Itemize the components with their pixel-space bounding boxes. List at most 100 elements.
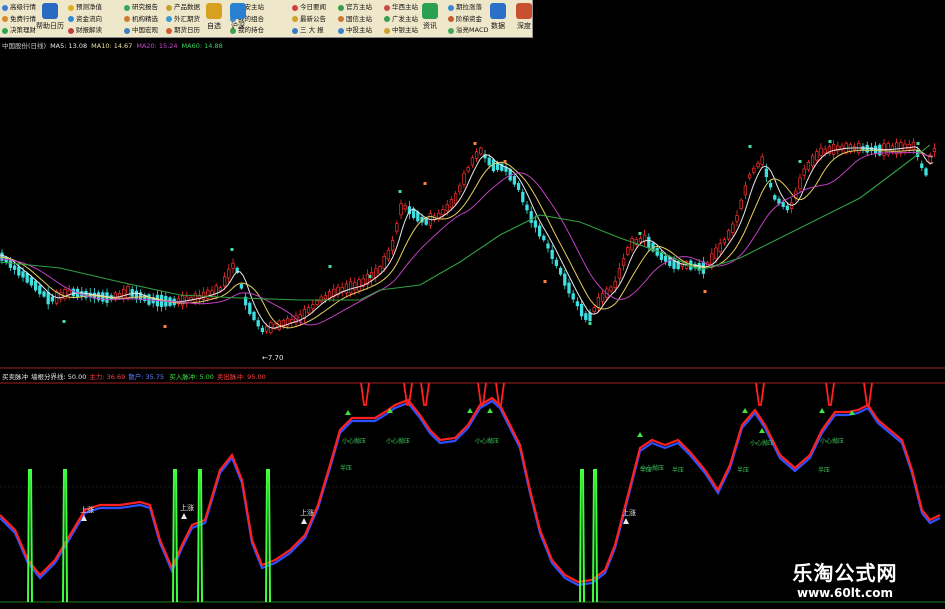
signal-marker	[503, 160, 507, 163]
candle-body	[613, 280, 617, 289]
candle-body	[546, 243, 550, 249]
candle-body	[8, 260, 13, 268]
candle-body	[239, 284, 244, 289]
candle-body	[21, 271, 25, 278]
signal-marker	[368, 275, 372, 278]
candle-body	[764, 168, 769, 178]
candle-body	[462, 173, 466, 185]
candle-body	[348, 281, 353, 294]
signal-marker	[828, 140, 832, 143]
signal-marker	[473, 142, 477, 145]
banya-label: 半压	[818, 466, 830, 474]
candle-body	[416, 211, 420, 222]
candle-body	[739, 199, 743, 209]
buy-pulse-spike	[62, 469, 68, 603]
candle-body	[903, 143, 907, 151]
xiaoxin-label: 小心抛压	[342, 437, 366, 445]
candle-body	[130, 289, 134, 297]
indicator-label: 买入脉冲: 5.00	[167, 373, 214, 381]
candle-body	[756, 162, 760, 168]
arrow-up-icon	[301, 518, 307, 524]
candle-body	[180, 295, 185, 306]
candle-body	[17, 266, 21, 276]
candle-body	[668, 257, 672, 266]
warning-marker-icon	[345, 410, 351, 415]
sell-pulse-spike	[360, 382, 370, 406]
candle-body	[437, 212, 441, 219]
candle-body	[260, 327, 265, 333]
ma60-line	[0, 144, 931, 301]
signal-marker	[62, 320, 66, 323]
candle-body	[911, 141, 916, 151]
indicator-label: 买卖脉冲	[2, 373, 28, 381]
candle-body	[743, 185, 748, 196]
candle-body	[445, 204, 449, 212]
candle-body	[575, 301, 580, 307]
candle-body	[647, 236, 651, 248]
ma20-line	[0, 151, 934, 326]
candle-body	[206, 289, 210, 299]
candle-body	[802, 168, 806, 176]
candle-body	[378, 266, 382, 274]
candle-body	[227, 268, 231, 279]
banya-label: 半压	[672, 466, 684, 474]
ma5-line	[0, 146, 934, 329]
candle-body	[458, 185, 462, 193]
candle-body	[735, 215, 739, 222]
signal-marker	[398, 190, 402, 193]
sell-pulse-spike	[825, 382, 835, 406]
candle-body	[600, 293, 605, 302]
candle-body	[714, 247, 718, 260]
arrow-up-icon	[181, 513, 187, 519]
candle-body	[529, 211, 533, 223]
candle-body	[823, 148, 827, 154]
candle-body	[550, 249, 554, 259]
candle-body	[50, 296, 55, 302]
candle-body	[399, 203, 403, 216]
site-watermark: 乐淘公式网 www.60lt.com	[780, 557, 910, 600]
candle-body	[248, 302, 252, 315]
candle-body	[563, 273, 567, 286]
candle-body	[315, 300, 319, 305]
sell-pulse-spike	[420, 382, 430, 406]
candle-body	[453, 193, 458, 205]
candle-body	[617, 268, 622, 279]
shangzhang-label: 上涨	[80, 505, 94, 514]
candle-body	[441, 209, 445, 215]
signal-marker	[798, 160, 802, 163]
warning-marker-icon	[759, 428, 765, 433]
sell-pulse-spike	[755, 382, 765, 406]
candle-body	[747, 174, 752, 179]
candle-body	[899, 142, 903, 154]
candle-body	[579, 303, 584, 317]
candle-body	[395, 223, 399, 232]
candle-body	[25, 272, 29, 283]
candle-body	[38, 285, 42, 295]
candle-body	[122, 288, 126, 299]
indicator-label: 散户: 35.75	[128, 373, 165, 381]
candle-body	[932, 148, 937, 152]
candle-body	[487, 157, 491, 166]
indicator-legend: 买卖脉冲 墙根分界线: 50.00 主力: 36.69 散户: 35.75 买入脉冲:…	[2, 371, 269, 381]
buy-pulse-spike	[197, 469, 203, 603]
warning-marker-icon	[742, 408, 748, 413]
candle-body	[831, 143, 836, 155]
candle-body	[71, 288, 76, 297]
candle-body	[525, 204, 529, 211]
candle-body	[609, 286, 613, 292]
buy-pulse-spike	[592, 469, 598, 603]
signal-marker	[230, 248, 234, 251]
candle-body	[621, 258, 626, 266]
indicator-label: 卖出脉冲: 95.00	[216, 373, 266, 381]
candle-body	[819, 147, 823, 156]
candle-body	[516, 183, 521, 190]
signal-marker	[543, 280, 547, 283]
indicator-label: 墙根分界线: 50.00	[31, 373, 87, 381]
candle-body	[873, 145, 878, 154]
candle-body	[731, 223, 735, 234]
candle-body	[718, 243, 722, 253]
candle-body	[340, 287, 344, 292]
candle-body	[571, 293, 575, 300]
candle-body	[567, 282, 571, 294]
stock-chart[interactable]: ←7.70上涨 上涨上涨 上涨小心抛压 小心抛压 小心抛压小心抛压小心抛压 小心抛压半压半…	[0, 0, 945, 609]
